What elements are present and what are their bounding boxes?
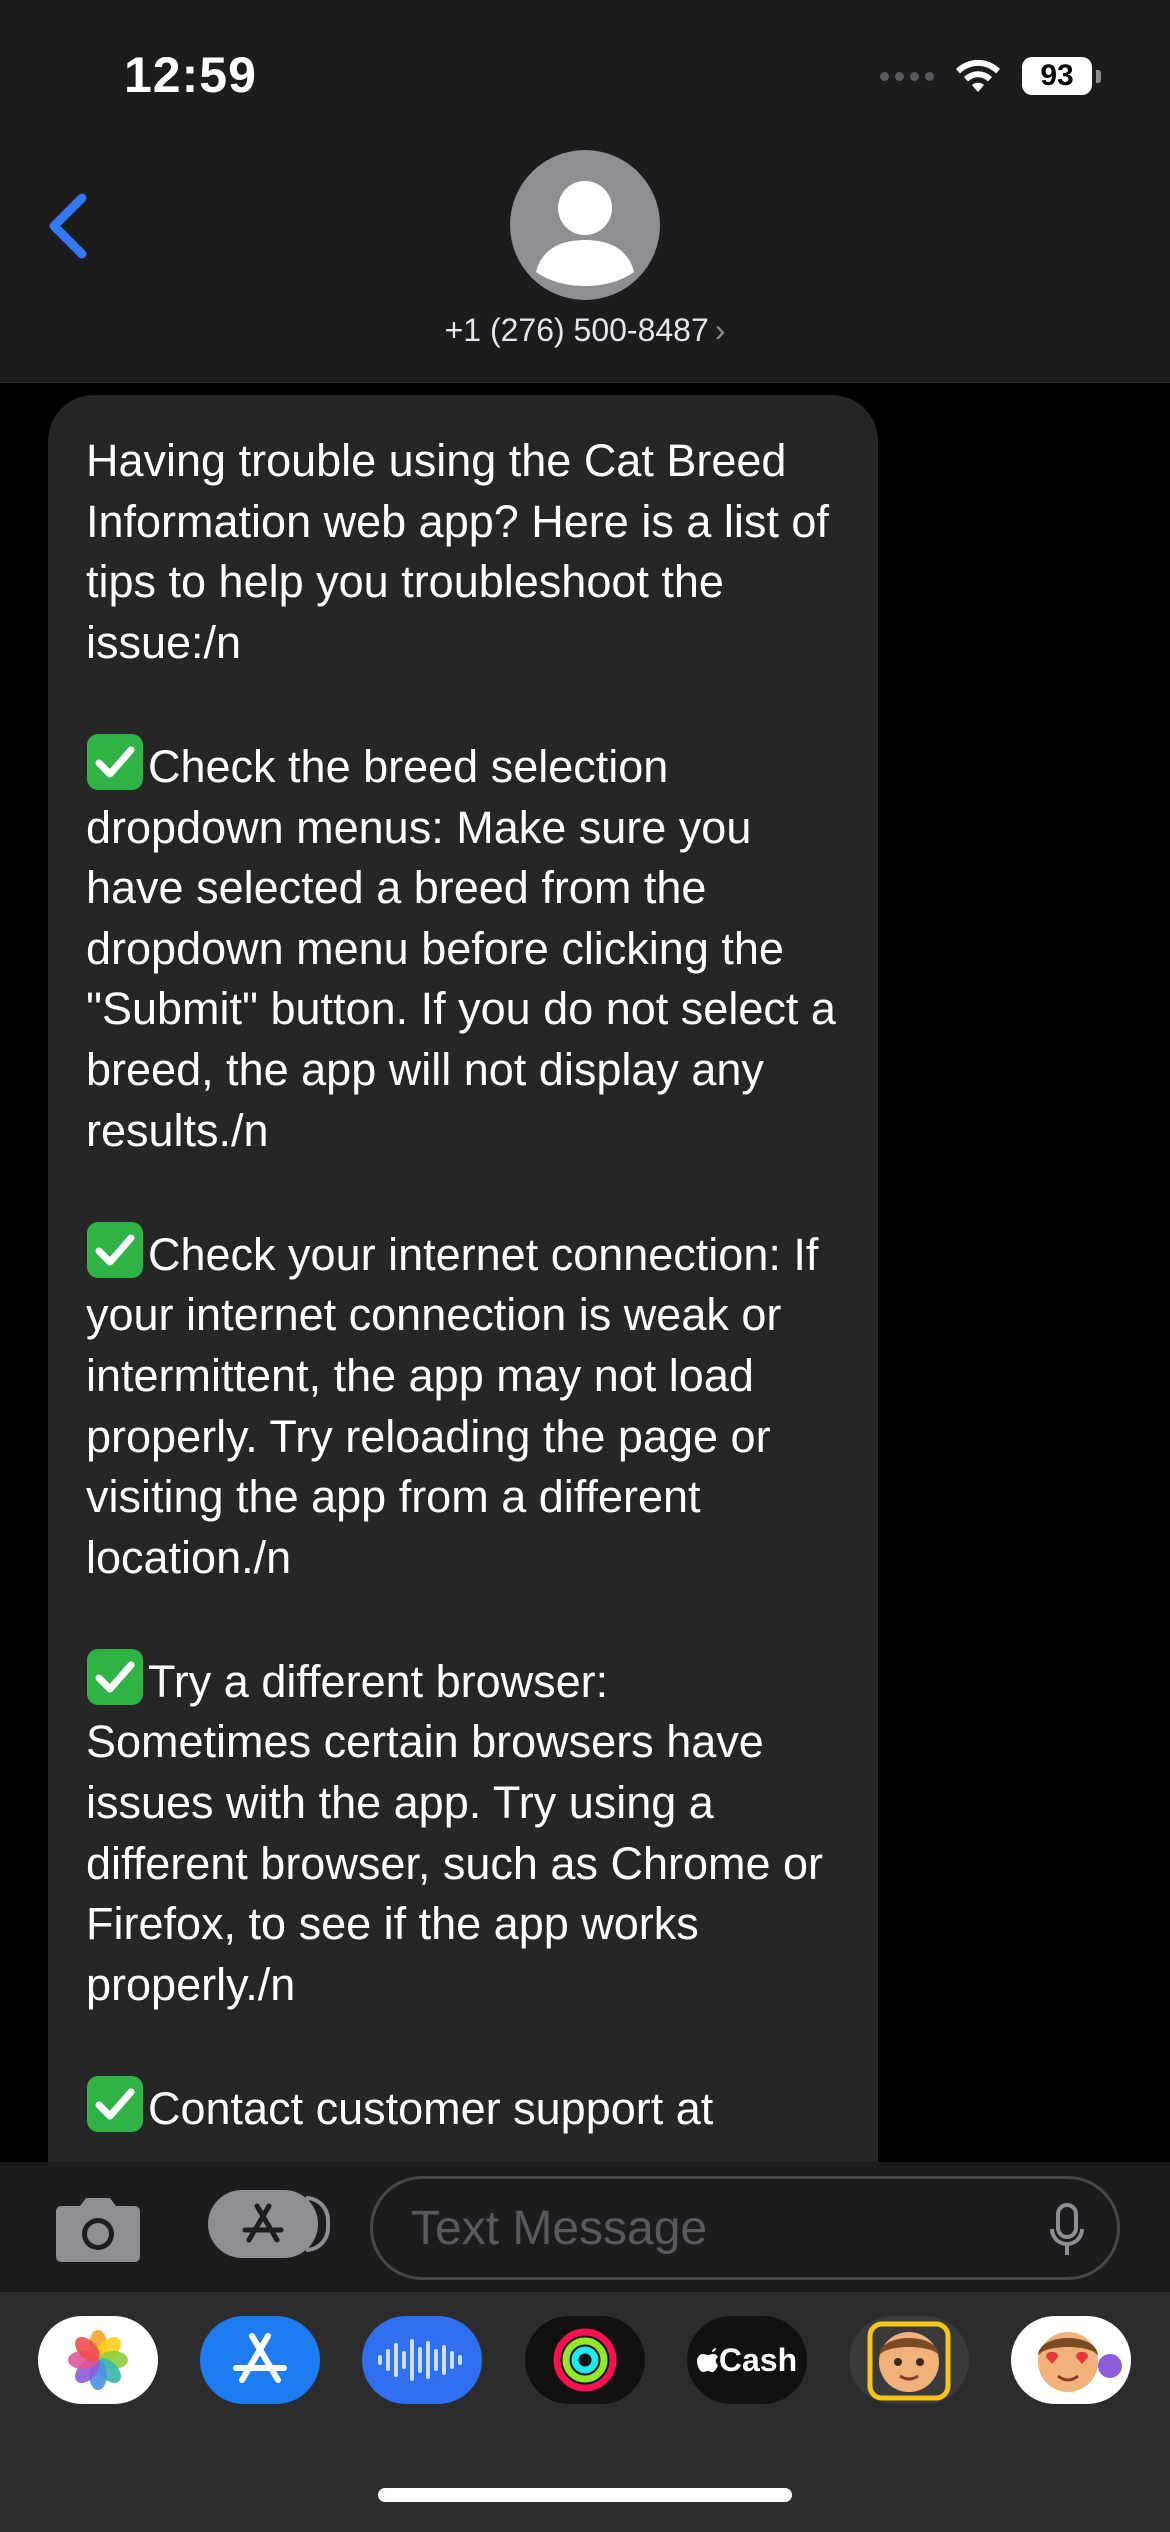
status-time: 12:59 bbox=[124, 47, 257, 103]
camera-icon bbox=[56, 2198, 140, 2262]
activity-app-button[interactable] bbox=[525, 2316, 645, 2404]
apple-cash-app-button[interactable]: Cash bbox=[687, 2316, 807, 2404]
received-message-bubble[interactable]: Having trouble using the Cat Breed Infor… bbox=[48, 395, 878, 2163]
person-icon bbox=[536, 181, 634, 286]
check-mark-emoji-icon bbox=[87, 733, 143, 790]
chevron-right-icon: › bbox=[714, 312, 726, 348]
message-text-segment: Contact customer support at bbox=[148, 2083, 714, 2135]
contact-avatar[interactable] bbox=[510, 150, 660, 300]
message-text-segment: Check your internet connection: If your … bbox=[86, 1228, 819, 1583]
contact-number: +1 (276) 500-8487 bbox=[444, 312, 709, 348]
check-mark-emoji-icon bbox=[87, 2076, 143, 2133]
check-mark-emoji-icon bbox=[87, 1221, 143, 1278]
message-text-segment: Having trouble using the Cat Breed Infor… bbox=[86, 435, 829, 668]
conversation-header: 12:59 93 +1 (276) 500-8487 › bbox=[0, 0, 1170, 383]
apple-cash-icon: Cash bbox=[696, 2341, 798, 2379]
check-mark-emoji-icon bbox=[87, 1648, 143, 1705]
apps-button[interactable] bbox=[208, 2190, 330, 2258]
apple-cash-label: Cash bbox=[718, 2341, 798, 2378]
memoji-app-button[interactable] bbox=[849, 2316, 969, 2404]
home-indicator[interactable] bbox=[378, 2488, 792, 2502]
memoji-stickers-app-button[interactable] bbox=[1011, 2316, 1131, 2404]
message-text-segment: Check the breed selection dropdown menus… bbox=[86, 740, 836, 1156]
cellular-signal-icon bbox=[880, 71, 934, 81]
app-store-icon bbox=[233, 2333, 287, 2383]
battery-indicator: 93 bbox=[1022, 57, 1101, 95]
status-indicators: 93 bbox=[880, 56, 1101, 96]
memoji-stickers-icon bbox=[1038, 2332, 1122, 2392]
camera-button[interactable] bbox=[50, 2194, 146, 2266]
back-button[interactable] bbox=[40, 186, 100, 266]
text-message-placeholder: Text Message bbox=[411, 2201, 708, 2255]
app-store-app-button[interactable] bbox=[200, 2316, 320, 2404]
memoji-icon bbox=[867, 2321, 951, 2401]
audio-message-app-button[interactable] bbox=[362, 2316, 482, 2404]
text-message-input[interactable]: Text Message bbox=[370, 2176, 1120, 2280]
message-composer: Text Message bbox=[0, 2162, 1170, 2292]
message-text-segment: Try a different browser: Sometimes certa… bbox=[86, 1655, 824, 2010]
activity-icon bbox=[553, 2328, 617, 2392]
contact-name[interactable]: +1 (276) 500-8487 › bbox=[0, 312, 1170, 349]
microphone-icon[interactable] bbox=[1049, 2203, 1085, 2259]
message-thread[interactable]: Having trouble using the Cat Breed Infor… bbox=[0, 383, 1170, 2163]
audio-message-icon bbox=[378, 2339, 462, 2381]
wifi-icon bbox=[956, 59, 1000, 92]
photos-app-button[interactable] bbox=[38, 2316, 158, 2404]
photos-icon bbox=[68, 2330, 128, 2390]
chevron-left-icon bbox=[49, 193, 87, 259]
app-store-icon bbox=[242, 2203, 284, 2243]
